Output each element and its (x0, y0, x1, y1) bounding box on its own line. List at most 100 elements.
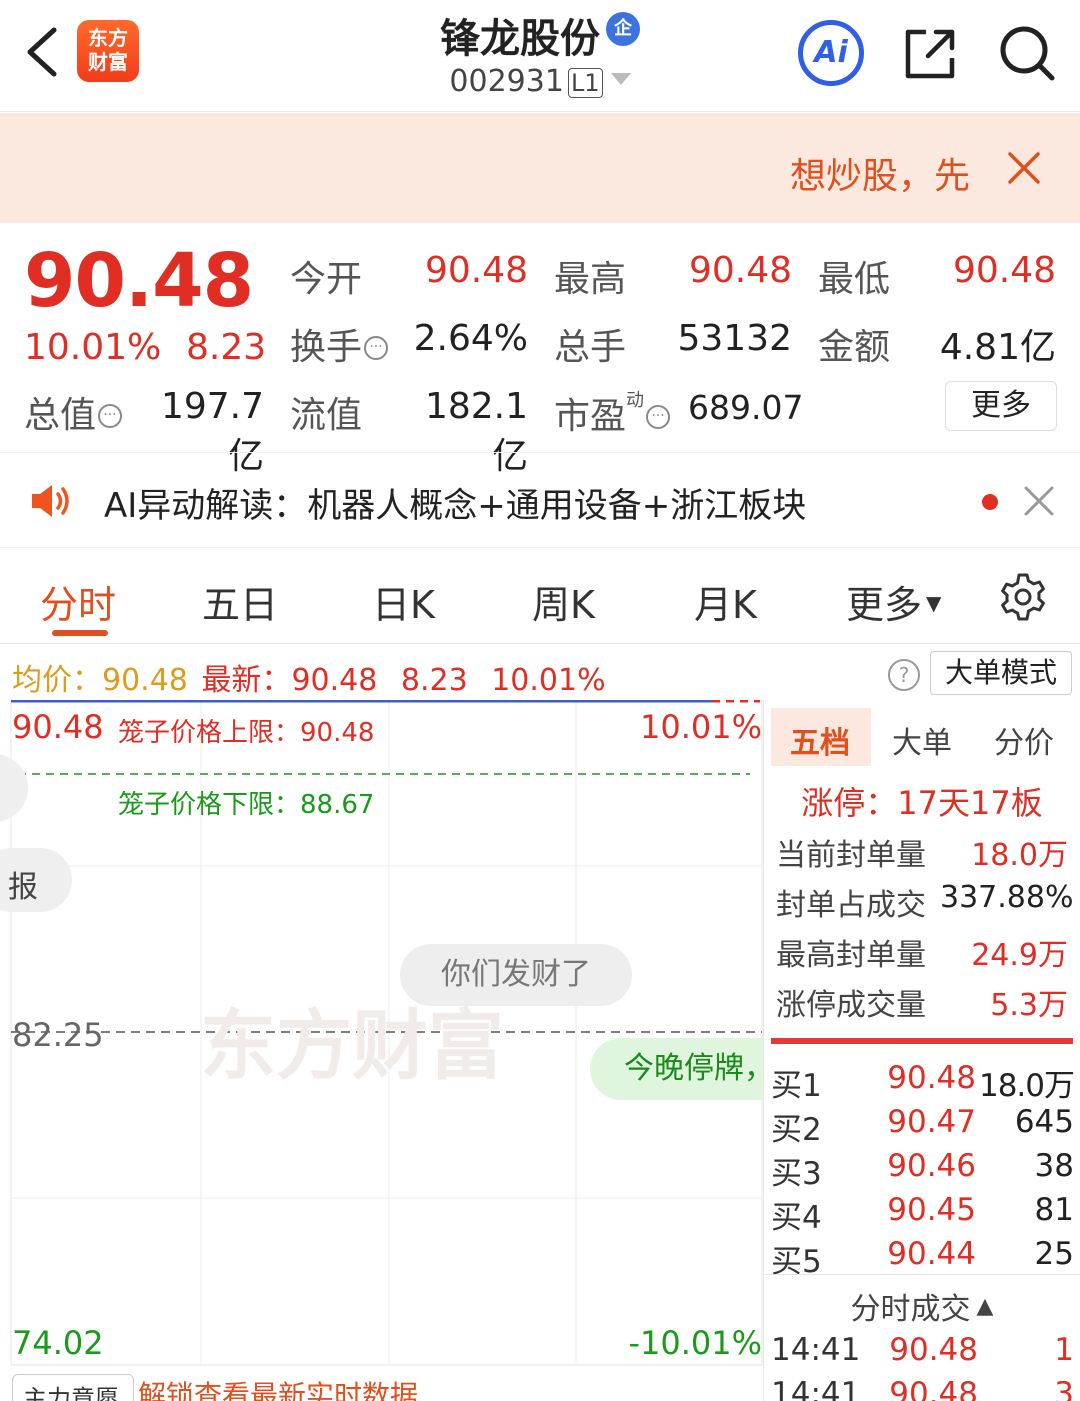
float-cap-label: 流值 (290, 395, 363, 436)
bid-price: 90.44 (887, 1236, 976, 1272)
level-badge: L1 (567, 68, 603, 98)
bid-volume: 38 (1034, 1148, 1074, 1184)
avg-price-label: 均价： (12, 663, 102, 698)
volume-label: 总手 (554, 327, 627, 368)
amount-label: 金额 (818, 327, 891, 368)
dropdown-triangle-icon: ▼ (926, 591, 942, 615)
comment-bubble[interactable]: 报 (0, 848, 72, 912)
stat-label: 封单占成交 (776, 888, 926, 923)
trade-time: 14:41 (771, 1376, 861, 1401)
promo-banner[interactable]: 想炒股，先 (0, 113, 1080, 223)
market-cap-label[interactable]: 总值 ··· (24, 386, 123, 438)
pct-axis-bottom-label: -10.01% (628, 1324, 762, 1362)
settings-gear-icon[interactable] (998, 572, 1048, 622)
comment-bubble[interactable]: 你们发财了 (400, 944, 632, 1006)
stat-label: 涨停成交量 (776, 988, 926, 1023)
y-axis-bottom-label: 74.02 (12, 1324, 104, 1362)
indicator-dropdown[interactable]: 主力意愿▼ (12, 1374, 134, 1401)
tab-five-levels[interactable]: 五档 (790, 718, 850, 762)
amount-value: 4.81亿 (939, 327, 1056, 368)
bid-price: 90.48 (887, 1060, 976, 1096)
trade-volume: 1 (1054, 1332, 1074, 1368)
stat-value: 18.0万 (971, 838, 1068, 873)
low-label: 最低 (818, 259, 891, 300)
bid-volume: 25 (1034, 1236, 1074, 1272)
comment-bubble[interactable]: 今晚停牌， (590, 1038, 763, 1100)
tab-daily-k[interactable]: 日K (372, 574, 435, 629)
bid-label: 买4 (771, 1200, 822, 1236)
bid-label: 买2 (771, 1112, 822, 1148)
tab-monthly-k[interactable]: 月K (694, 574, 757, 629)
market-cap-label-text: 总值 (24, 395, 97, 436)
ai-assistant-button[interactable]: Ai (798, 20, 864, 86)
divider (0, 643, 1080, 644)
trade-price: 90.48 (889, 1332, 978, 1368)
bid-price: 90.46 (887, 1148, 976, 1184)
stat-value: 24.9万 (971, 938, 1068, 973)
chart-info-row: 均价：90.48 最新：90.48 8.23 10.01% (12, 655, 606, 699)
change-amount: 8.23 (186, 327, 267, 368)
bid-volume: 18.0万 (978, 1068, 1075, 1104)
low-value: 90.48 (952, 250, 1056, 291)
current-price: 90.48 (24, 238, 254, 324)
speaker-icon (32, 485, 69, 517)
tab-more-label: 更多 (846, 583, 923, 627)
watermark: 东方财富 (200, 1001, 504, 1090)
pe-label[interactable]: 市盈动··· (554, 386, 671, 439)
promo-text: 想炒股，先 (789, 156, 970, 197)
ai-insight-text[interactable]: AI异动解读：机器人概念+通用设备+浙江板块 (104, 478, 806, 527)
stat-label: 当前封单量 (776, 838, 926, 873)
bid-volume: 645 (1014, 1104, 1074, 1140)
change-percent: 10.01% (24, 327, 162, 368)
bid-price: 90.47 (887, 1104, 976, 1140)
enterprise-badge-icon: 企 (606, 12, 640, 46)
open-value: 90.48 (424, 250, 528, 291)
open-label: 今开 (290, 259, 363, 300)
bid-label: 买3 (771, 1156, 822, 1192)
latest-change-percent: 10.01% (491, 663, 606, 698)
latest-price-value: 90.48 (291, 663, 378, 698)
dropdown-triangle-icon (610, 73, 631, 85)
volume-value: 53132 (677, 318, 792, 359)
unlock-data-link[interactable]: 解锁查看最新实时数据 (138, 1374, 418, 1401)
bid-label: 买1 (771, 1068, 822, 1104)
help-icon[interactable]: ? (888, 659, 920, 691)
tab-intraday[interactable]: 分时 (40, 574, 116, 629)
tab-more[interactable]: 更多 ▼ (846, 574, 941, 629)
latest-price-label: 最新： (201, 663, 292, 698)
high-label: 最高 (554, 259, 627, 300)
share-icon[interactable] (900, 24, 960, 84)
tab-price-distribution[interactable]: 分价 (994, 718, 1054, 762)
active-tab-indicator (52, 630, 108, 636)
tab-weekly-k[interactable]: 周K (532, 574, 595, 629)
bid-price: 90.45 (887, 1192, 976, 1228)
bid-volume: 81 (1034, 1192, 1074, 1228)
tab-big-orders[interactable]: 大单 (892, 718, 952, 762)
stat-value: 337.88% (940, 880, 1074, 915)
trades-title: 分时成交 (850, 1292, 971, 1327)
trades-header[interactable]: 分时成交 ▲ (771, 1284, 1073, 1328)
y-axis-top-label: 90.48 (12, 708, 104, 746)
trade-price: 90.48 (889, 1376, 978, 1401)
tab-five-day[interactable]: 五日 (202, 574, 278, 629)
big-order-mode-button[interactable]: 大单模式 (930, 651, 1072, 695)
trade-volume: 3 (1054, 1376, 1074, 1401)
indicator-dropdown-label: 主力意愿 (23, 1385, 119, 1401)
more-quote-button[interactable]: 更多 (945, 381, 1057, 431)
close-icon[interactable] (1004, 148, 1044, 188)
collapse-triangle-icon: ▲ (976, 1294, 994, 1319)
turnover-label[interactable]: 换手 ··· (290, 318, 389, 370)
pe-dynamic-mark: 动 (626, 390, 645, 411)
divider (763, 700, 764, 1401)
trade-time: 14:41 (771, 1332, 861, 1368)
more-info-icon: ··· (98, 404, 123, 428)
comment-bubble-text: 报 (8, 870, 38, 905)
stock-code: 002931 (449, 64, 564, 99)
pe-value: 689.07 (688, 388, 804, 427)
search-icon[interactable] (996, 22, 1058, 84)
y-axis-mid-label: 82.25 (12, 1016, 104, 1054)
stock-name: 锋龙股份 (440, 16, 600, 62)
high-value: 90.48 (688, 250, 792, 291)
close-icon[interactable] (1022, 484, 1056, 518)
divider (764, 1274, 1080, 1275)
